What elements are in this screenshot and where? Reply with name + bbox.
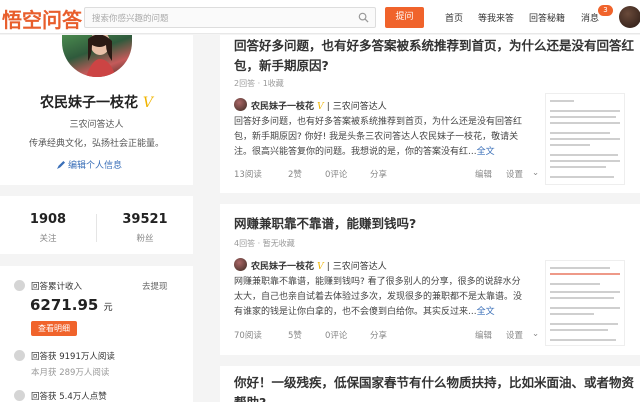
edit-button[interactable]: 编辑 (475, 329, 492, 341)
search-input[interactable]: 搜索你感兴趣的问题 (84, 7, 376, 28)
question-title[interactable]: 回答好多问题，也有好多答案被系统推荐到首页，为什么还是没有回答红包，新手期原因? (234, 36, 634, 76)
question-card: 你好！一级残疾，低保国家春节有什么物质扶持，比如米面油、或者物资帮助? (220, 366, 640, 402)
income-label: 回答累计收入 (31, 282, 83, 292)
question-meta: 2回答 · 1收藏 (234, 79, 284, 88)
question-title[interactable]: 你好！一级残疾，低保国家春节有什么物质扶持，比如米面油、或者物资帮助? (234, 373, 634, 402)
ask-button[interactable]: 提问 (385, 7, 424, 28)
profile-slogan: 传承经典文化，弘扬社会正能量。 (28, 139, 164, 149)
reads-count: 13阅读 (234, 170, 262, 180)
question-title[interactable]: 网赚兼职靠不靠谱，能赚到钱吗? (234, 214, 634, 234)
income-card: 回答累计收入 去提现 6271.95 元 查看明细 回答获 9191万人阅读 本… (0, 266, 193, 402)
following-count[interactable]: 1908 (8, 212, 88, 227)
income-amount-value: 6271.95 (30, 296, 99, 314)
answer-excerpt[interactable]: 网赚兼职靠不靠谱，能赚到钱吗? 看了很多别人的分享，很多的说辞水分太大，自己也亲… (234, 275, 526, 320)
stats-card: 1908 关注 39521 粉丝 (0, 196, 193, 254)
user-avatar[interactable] (619, 6, 640, 28)
profile-name: 农民妹子一枝花 V (0, 92, 193, 112)
month-reads: 本月获 289万人阅读 (31, 368, 110, 378)
comments-count[interactable]: 0评论 (325, 168, 347, 180)
withdraw-link[interactable]: 去提现 (142, 280, 168, 292)
settings-button[interactable]: 设置 (506, 168, 523, 180)
nav-messages[interactable]: 消息 (581, 11, 599, 24)
verified-icon: V (317, 102, 324, 112)
verified-icon: V (317, 262, 324, 272)
likes-count[interactable]: 2赞 (288, 168, 302, 180)
author-name[interactable]: 农民妹子一枝花 (251, 102, 314, 112)
author-name[interactable]: 农民妹子一枝花 (251, 262, 314, 272)
settings-button[interactable]: 设置 (506, 329, 523, 341)
view-details-button[interactable]: 查看明细 (31, 321, 77, 336)
share-button[interactable]: 分享 (370, 168, 387, 180)
likes-count[interactable]: 5赞 (288, 329, 302, 341)
question-meta: 4回答 · 暂无收藏 (234, 239, 295, 248)
profile-card: 农民妹子一枝花 V 三农问答达人 传承经典文化，弘扬社会正能量。 编辑个人信息 (0, 35, 193, 185)
edit-profile-link[interactable]: 编辑个人信息 (57, 158, 122, 171)
fans-label: 粉丝 (136, 234, 154, 244)
verified-icon: V (142, 95, 153, 111)
likes-value: 5.4万人点赞 (59, 392, 107, 402)
fans-count[interactable]: 39521 (105, 212, 185, 227)
profile-name-text: 农民妹子一枝花 (40, 95, 138, 111)
top-bar: 悟空问答 搜索你感兴趣的问题 提问 首页 等我来答 回答秘籍 消息 3 (0, 0, 640, 34)
answer-thumbnail[interactable] (545, 93, 625, 185)
site-logo[interactable]: 悟空问答 (2, 4, 82, 33)
author-line: 农民妹子一枝花 V | 三农问答达人 (251, 262, 387, 272)
author-title: 三农问答达人 (332, 262, 387, 272)
chevron-down-icon[interactable]: ⌄ (532, 329, 539, 339)
share-button[interactable]: 分享 (370, 329, 387, 341)
answer-excerpt[interactable]: 回答好多问题，也有好多答案被系统推荐到首页，为什么还是没有回答红包，新手期原因?… (234, 115, 526, 160)
reads-row: 回答获 9191万人阅读 (31, 350, 115, 362)
comments-count[interactable]: 0评论 (325, 329, 347, 341)
message-count-badge: 3 (598, 5, 613, 16)
nav-home[interactable]: 首页 (445, 11, 463, 24)
stats-divider (96, 214, 97, 242)
author-title: 三农问答达人 (332, 102, 387, 112)
following-label: 关注 (39, 234, 57, 244)
author-avatar[interactable] (234, 258, 247, 271)
read-more-link[interactable]: 全文 (477, 307, 495, 317)
pencil-icon (57, 161, 65, 169)
nav-answer-tips[interactable]: 回答秘籍 (529, 11, 565, 24)
reads-icon (14, 350, 25, 361)
reads-count: 70阅读 (234, 331, 262, 341)
nav-wait-answer[interactable]: 等我来答 (478, 11, 514, 24)
chevron-down-icon[interactable]: ⌄ (532, 168, 539, 178)
likes-row: 回答获 5.4万人点赞 (31, 390, 107, 402)
answer-thumbnail[interactable] (545, 260, 625, 346)
search-placeholder: 搜索你感兴趣的问题 (92, 14, 169, 24)
question-card: 回答好多问题，也有好多答案被系统推荐到首页，为什么还是没有回答红包，新手期原因?… (220, 35, 640, 193)
likes-prefix: 回答获 (31, 392, 57, 402)
read-more-link[interactable]: 全文 (477, 147, 495, 157)
profile-title: 三农问答达人 (69, 120, 124, 130)
reads-prefix: 回答获 (31, 352, 57, 362)
income-amount: 6271.95 元 (30, 296, 113, 314)
profile-avatar (62, 35, 132, 77)
author-line: 农民妹子一枝花 V | 三农问答达人 (251, 102, 387, 112)
edit-profile-label: 编辑个人信息 (68, 161, 123, 171)
search-icon[interactable] (358, 12, 369, 23)
likes-icon (14, 390, 25, 401)
edit-button[interactable]: 编辑 (475, 168, 492, 180)
income-icon (14, 280, 25, 291)
author-avatar[interactable] (234, 98, 247, 111)
income-amount-unit: 元 (103, 303, 113, 313)
question-card: 网赚兼职靠不靠谱，能赚到钱吗? 4回答 · 暂无收藏 农民妹子一枝花 V | 三… (220, 204, 640, 355)
reads-value: 9191万人阅读 (59, 352, 115, 362)
